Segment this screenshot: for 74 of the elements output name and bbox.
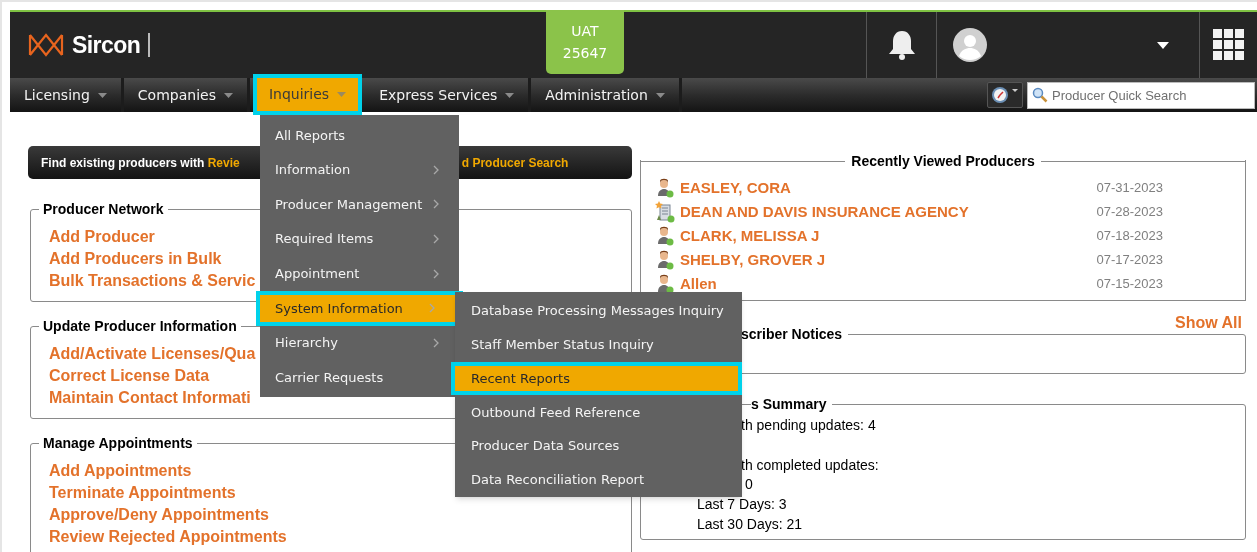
menu-item[interactable]: System Information [256, 290, 463, 326]
chevron-right-icon [433, 337, 439, 348]
nav-tab[interactable]: Licensing [10, 78, 124, 112]
menu-item[interactable]: Data Reconciliation Report [455, 463, 742, 497]
producer-link[interactable]: Allen [680, 272, 717, 296]
nav-tab[interactable]: Companies [123, 78, 250, 112]
viewed-date: 07-17-2023 [1096, 251, 1163, 270]
logo-divider [148, 33, 150, 57]
chevron-right-icon [429, 303, 435, 314]
nav-tab[interactable]: Inquiries [252, 74, 363, 115]
menu-item[interactable]: Recent Reports [451, 361, 742, 396]
nav-tab[interactable]: Express Services [365, 78, 532, 112]
environment-badge: UAT 25647 [546, 10, 624, 74]
viewed-date: 07-18-2023 [1096, 227, 1163, 246]
logo-icon [28, 33, 64, 57]
caret-icon [655, 92, 665, 98]
producer-link[interactable]: CLARK, MELISSA J [680, 224, 820, 248]
menu-item[interactable]: Appointment [260, 256, 459, 291]
action-link[interactable]: Add Appointments [49, 460, 192, 482]
banner-text: Find existing producers with Revie [41, 154, 240, 172]
logo-text: Sircon [72, 30, 141, 60]
summary-line: Last 30 Days: 21 [697, 515, 803, 534]
chevron-right-icon [433, 234, 439, 245]
caret-icon [97, 92, 107, 98]
action-link[interactable]: Approve/Deny Appointments [49, 504, 269, 526]
history-button[interactable] [987, 82, 1023, 108]
nav-tab[interactable]: Administration [531, 78, 682, 112]
menu-item[interactable]: All Reports [260, 118, 459, 153]
apps-grid-icon[interactable] [1212, 29, 1245, 61]
summary-line: th pending updates: 4 [741, 416, 876, 435]
caret-icon[interactable] [1157, 41, 1169, 49]
clock-icon [991, 85, 1019, 105]
bell-icon[interactable] [886, 29, 917, 61]
action-link[interactable]: Review Rejected Appointments [49, 526, 287, 548]
person-icon [655, 225, 675, 247]
person-icon [655, 177, 675, 199]
chevron-right-icon [433, 164, 439, 175]
search-icon [1032, 86, 1048, 103]
action-link[interactable]: Add Producers in Bulk [49, 248, 222, 270]
producer-link[interactable]: SHELBY, GROVER J [680, 248, 826, 272]
summary-line: Last 7 Days: 3 [697, 495, 787, 514]
menu-item[interactable]: Outbound Feed Reference [455, 395, 742, 430]
producer-search-link[interactable]: d Producer Search [461, 153, 569, 172]
summary-line: th completed updates: [741, 456, 879, 475]
section-title: Update Producer Information [39, 317, 241, 335]
person-icon [655, 249, 675, 271]
action-link[interactable]: Correct License Data [49, 365, 210, 387]
show-all-link[interactable]: Show All [1175, 314, 1242, 332]
producer-quick-search[interactable]: Producer Quick Search [1027, 81, 1255, 109]
action-link[interactable]: Maintain Contact Informati [49, 387, 251, 409]
chevron-right-icon [433, 268, 439, 279]
menu-item[interactable]: Producer Data Sources [455, 429, 742, 463]
summary-line: 0 [745, 475, 753, 494]
viewed-date: 07-28-2023 [1096, 203, 1163, 222]
action-link[interactable]: Terminate Appointments [49, 482, 236, 504]
viewed-date: 07-31-2023 [1096, 179, 1163, 198]
action-link[interactable]: Add/Activate Licenses/Qua [49, 343, 256, 365]
caret-icon [505, 92, 515, 98]
producer-link[interactable]: DEAN AND DAVIS INSURANCE AGENCY [680, 200, 969, 224]
menu-item[interactable]: Staff Member Status Inquiry [455, 327, 742, 362]
action-link[interactable]: Bulk Transactions & Servic [49, 270, 256, 292]
building-icon [655, 201, 675, 223]
menu-item[interactable]: Producer Management [260, 187, 459, 222]
menu-item[interactable]: Required Items [260, 221, 459, 257]
chevron-right-icon [433, 199, 439, 210]
viewed-date: 07-15-2023 [1096, 275, 1163, 294]
avatar-icon[interactable] [953, 28, 987, 62]
caret-icon [223, 92, 233, 98]
section-title: Manage Appointments [39, 434, 197, 452]
panel-title: Recently Viewed Producers [850, 152, 1036, 171]
action-link[interactable]: Add Producer [49, 226, 155, 248]
producer-link[interactable]: EASLEY, CORA [680, 176, 791, 200]
menu-item[interactable]: Information [260, 152, 459, 188]
caret-icon [337, 92, 347, 97]
